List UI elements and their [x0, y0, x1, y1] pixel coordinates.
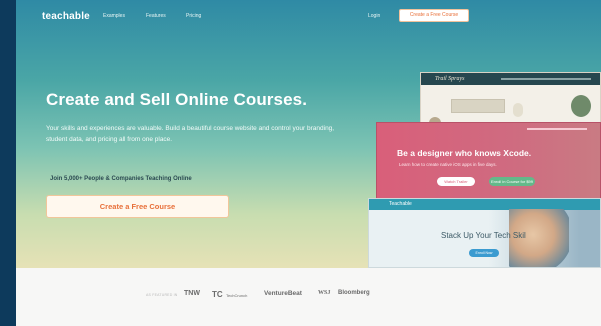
press-logo-wsj: WSJ	[318, 290, 331, 296]
hero-social-proof: Join 5,000+ People & Companies Teaching …	[50, 176, 192, 182]
preview-watch-trailer-button: Watch Trailer	[437, 177, 475, 186]
hero-create-course-button[interactable]: Create a Free Course	[46, 195, 229, 218]
mouse-illustration	[513, 103, 523, 117]
press-logo-tnw: TNW	[184, 290, 200, 297]
preview-tech-headline: Stack Up Your Tech Skil	[441, 231, 526, 240]
preview-desk-brand: Trail Sprays	[435, 76, 465, 82]
nav-pricing-link[interactable]: Pricing	[186, 13, 201, 19]
nav-examples-link[interactable]: Examples	[103, 13, 125, 19]
press-logo-tc: TC	[212, 290, 223, 299]
press-strip: AS FEATURED IN TNW TC TechCrunch Venture…	[16, 268, 601, 326]
preview-xcode-subtitle: Learn how to create native iOS apps in f…	[399, 162, 497, 167]
hero-subtext: Your skills and experiences are valuable…	[46, 125, 335, 143]
hero-section: teachable Examples Features Pricing Logi…	[16, 0, 601, 268]
preview-xcode-title: Be a designer who knows Xcode.	[397, 148, 532, 158]
preview-tech-enroll-button: Enroll Now	[469, 249, 499, 257]
top-nav: teachable Examples Features Pricing Logi…	[16, 0, 601, 32]
preview-card-tech: Teachable Stack Up Your Tech Skil Enroll…	[368, 198, 601, 268]
preview-card-xcode: Be a designer who knows Xcode. Learn how…	[376, 122, 601, 200]
press-logo-techcrunch: TechCrunch	[226, 293, 248, 298]
press-logo-venturebeat: VentureBeat	[264, 290, 302, 297]
nav-create-course-button[interactable]: Create a Free Course	[399, 9, 469, 22]
preview-xcode-nav	[527, 128, 587, 130]
nav-features-link[interactable]: Features	[146, 13, 166, 19]
page: teachable Examples Features Pricing Logi…	[16, 0, 601, 326]
teachable-logo[interactable]: teachable	[42, 11, 90, 22]
keyboard-illustration	[451, 99, 505, 113]
nav-login-link[interactable]: Login	[368, 13, 380, 19]
plant-illustration	[571, 95, 591, 117]
preview-enroll-button: Enroll in Course for $99	[489, 177, 535, 186]
press-logo-bloomberg: Bloomberg	[338, 290, 370, 296]
preview-tech-brand: Teachable	[389, 201, 412, 207]
hero-headline: Create and Sell Online Courses.	[46, 90, 308, 109]
preview-desk-links	[501, 78, 591, 80]
press-label: AS FEATURED IN	[146, 293, 178, 297]
